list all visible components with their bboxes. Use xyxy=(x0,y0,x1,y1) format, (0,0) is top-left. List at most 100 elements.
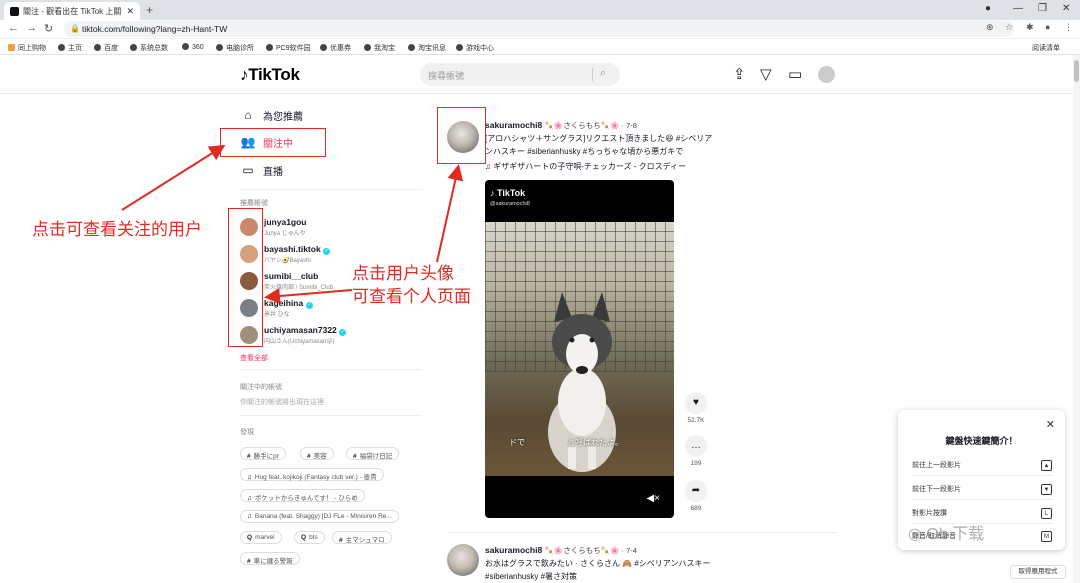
following-accounts-title: 關注中的帳號 xyxy=(240,384,282,391)
browser-tab-title: 關注 - 觀看出在 TikTok 上關注的 xyxy=(23,6,122,16)
mute-icon[interactable]: ◀× xyxy=(646,493,660,504)
bookmark-item[interactable]: 主页 xyxy=(58,43,82,53)
menu-icon[interactable]: ⋮ xyxy=(1064,22,1073,33)
share-button[interactable]: ➦ 689 xyxy=(684,480,708,512)
shortcut-row: 前往下一段影片 ▼ xyxy=(912,484,1054,500)
share-count: 689 xyxy=(690,505,702,512)
account-name: bayashi.tiktok ✓ xyxy=(264,244,331,255)
annotation-box-following xyxy=(220,128,326,157)
nav-live[interactable]: ▭ 直播 xyxy=(240,160,283,180)
discover-tag[interactable]: # 主マシュマロ xyxy=(332,531,392,544)
discover-tag[interactable]: # 美容 xyxy=(300,447,334,460)
post-music[interactable]: ♫ ギザギザハートの子守唄-チェッカーズ - クロスディー xyxy=(485,161,686,172)
scrollbar[interactable] xyxy=(1073,55,1080,583)
comment-icon: … xyxy=(685,435,707,457)
search-icon[interactable]: ⌕ xyxy=(600,67,606,80)
like-button[interactable]: ♥ 52.7K xyxy=(684,392,708,424)
shortcut-label: 前往上一段影片 xyxy=(912,462,961,469)
bookmark-item[interactable]: 系统总数 xyxy=(130,43,168,53)
discover-music[interactable]: ♫ ポケットからきゅんです！ - ひらめ xyxy=(240,489,365,502)
discover-tag[interactable]: # 車に纏る警報 xyxy=(240,552,300,565)
shortcut-row: 前往上一段影片 ▲ xyxy=(912,460,1054,476)
close-tab-icon[interactable]: ✕ xyxy=(126,6,134,17)
video-player[interactable]: ♪ TikTok @sakuramochi8 ドで と呼ばれたよ。 ◀× xyxy=(485,180,674,518)
tiktok-logo[interactable]: ♪TikTok xyxy=(240,65,300,85)
like-count: 52.7K xyxy=(687,417,705,424)
url-field[interactable]: 🔒 tiktok.com/following?lang=zh-Hant-TW xyxy=(64,21,1014,37)
bookmark-item[interactable]: 我淘宝 xyxy=(364,43,395,53)
close-window-icon[interactable]: ✕ xyxy=(1062,3,1070,14)
forward-icon[interactable]: → xyxy=(26,22,37,34)
post-author[interactable]: sakuramochi8 🍡🌸さくらもち🍡🌸 · 7-8 xyxy=(485,120,637,131)
translate-icon[interactable]: ⊕ xyxy=(986,22,994,33)
account-item[interactable]: uchiyamasan7322 ✓ 内山さん(Uchiyamasan😜) xyxy=(240,325,410,347)
shortcut-label: 前往下一段影片 xyxy=(912,486,961,493)
post-nickname: 🍡🌸さくらもち🍡🌸 · 7-4 xyxy=(544,546,637,555)
annotation-box-avatars xyxy=(228,208,263,347)
account-icon[interactable]: ● xyxy=(1045,22,1050,32)
post-author[interactable]: sakuramochi8 🍡🌸さくらもち🍡🌸 · 7-4 xyxy=(485,545,637,556)
account-item[interactable]: junya1gou Junya じゅんや xyxy=(240,217,410,239)
bookmark-item[interactable]: 淘宝讯息 xyxy=(408,43,446,53)
annotation-text-left: 点击可查看关注的用户 xyxy=(32,220,202,239)
nav-label: 直播 xyxy=(263,166,283,178)
get-app-button[interactable]: 取得應用程式 xyxy=(1010,565,1066,579)
search-placeholder: 搜尋帳號 xyxy=(428,71,465,81)
bookmark-item[interactable]: 同上购物 xyxy=(8,43,46,53)
discover-music[interactable]: ♫ Hug feat. kojikoji (Fantasy club ver.) … xyxy=(240,468,384,481)
account-name: kageihina ✓ xyxy=(264,298,313,309)
bookmark-item[interactable]: 360 xyxy=(182,43,204,51)
maximize-icon[interactable]: ❐ xyxy=(1038,3,1047,14)
extensions-icon[interactable]: ✱ xyxy=(1026,22,1034,33)
lock-icon: 🔒 xyxy=(70,24,80,33)
bookmark-item[interactable]: 优惠券 xyxy=(320,43,351,53)
discover-tag[interactable]: # 福袋け日記 xyxy=(346,447,400,460)
bookmark-item[interactable]: 游戏中心 xyxy=(456,43,494,53)
post-author-avatar[interactable] xyxy=(447,544,479,576)
upload-icon[interactable]: ⇪ xyxy=(733,65,746,83)
post-username: sakuramochi8 xyxy=(485,120,543,130)
reload-icon[interactable]: ↻ xyxy=(44,22,53,35)
post-caption-line: お水はグラスで飲みたい · さくらさん 🙈 #シベリアンハスキー xyxy=(485,559,711,568)
account-name: uchiyamasan7322 ✓ xyxy=(264,325,347,336)
new-tab-button[interactable]: + xyxy=(146,3,153,17)
nav-for-you[interactable]: ⌂ 為您推薦 xyxy=(240,105,303,125)
live-icon: ▭ xyxy=(242,163,254,177)
bookmark-item[interactable]: 百度 xyxy=(94,43,118,53)
search-divider xyxy=(592,68,593,81)
see-all-link[interactable]: 查看全部 xyxy=(240,353,268,363)
minimize-icon[interactable]: — xyxy=(1013,3,1023,14)
account-sub: 景井 ひな xyxy=(264,312,290,318)
close-icon[interactable]: ✕ xyxy=(1046,418,1055,431)
scrollbar-thumb[interactable] xyxy=(1074,60,1079,82)
discover-music[interactable]: ♫ Banana (feat. Shaggy) [DJ FLe - Minisir… xyxy=(240,510,399,523)
account-sub: バヤシ🥑Bayashi xyxy=(264,258,311,264)
star-icon[interactable]: ☆ xyxy=(1005,22,1013,33)
comment-count: 199 xyxy=(690,460,702,467)
url-text: tiktok.com/following?lang=zh-Hant-TW xyxy=(82,24,228,34)
back-icon[interactable]: ← xyxy=(8,22,19,34)
discover-search[interactable]: Qbts xyxy=(294,531,325,544)
search-input[interactable]: 搜尋帳號 ⌕ xyxy=(420,63,620,86)
inbox-filter-icon[interactable]: ▽ xyxy=(760,65,772,83)
user-avatar[interactable] xyxy=(818,66,835,83)
browser-tab[interactable]: 關注 - 觀看出在 TikTok 上關注的 ✕ xyxy=(4,2,140,20)
reading-list[interactable]: 阅读清单 xyxy=(1032,43,1060,53)
bookmarks-bar: 同上购物 主页 百度 系统总数 360 电脑诊所 PC9软件园 优惠券 我淘宝 … xyxy=(0,39,1080,55)
comment-button[interactable]: … 199 xyxy=(684,435,708,467)
m-key-icon: M xyxy=(1041,531,1052,542)
verified-icon: ✓ xyxy=(305,302,313,309)
divider xyxy=(240,189,422,190)
tiktok-header: ♪TikTok 搜尋帳號 ⌕ ⇪ ▽ ▭ xyxy=(0,55,1080,94)
discover-tag[interactable]: # 勝手にpr xyxy=(240,447,286,460)
post-caption-line: [アロハシャツ＋サングラス]リクエスト頂きました😆 #シベリア xyxy=(485,134,713,143)
bookmark-item[interactable]: PC9软件园 xyxy=(266,43,311,53)
profile-icon[interactable]: ● xyxy=(985,3,991,14)
messages-icon[interactable]: ▭ xyxy=(788,65,802,83)
bookmark-item[interactable]: 电脑诊所 xyxy=(216,43,254,53)
verified-icon: ✓ xyxy=(323,248,331,255)
verified-icon: ✓ xyxy=(339,329,347,336)
post-username: sakuramochi8 xyxy=(485,545,543,555)
browser-tab-bar: 關注 - 觀看出在 TikTok 上關注的 ✕ + ● — ❐ ✕ xyxy=(0,0,1080,20)
discover-search[interactable]: Qmarvel xyxy=(240,531,282,544)
